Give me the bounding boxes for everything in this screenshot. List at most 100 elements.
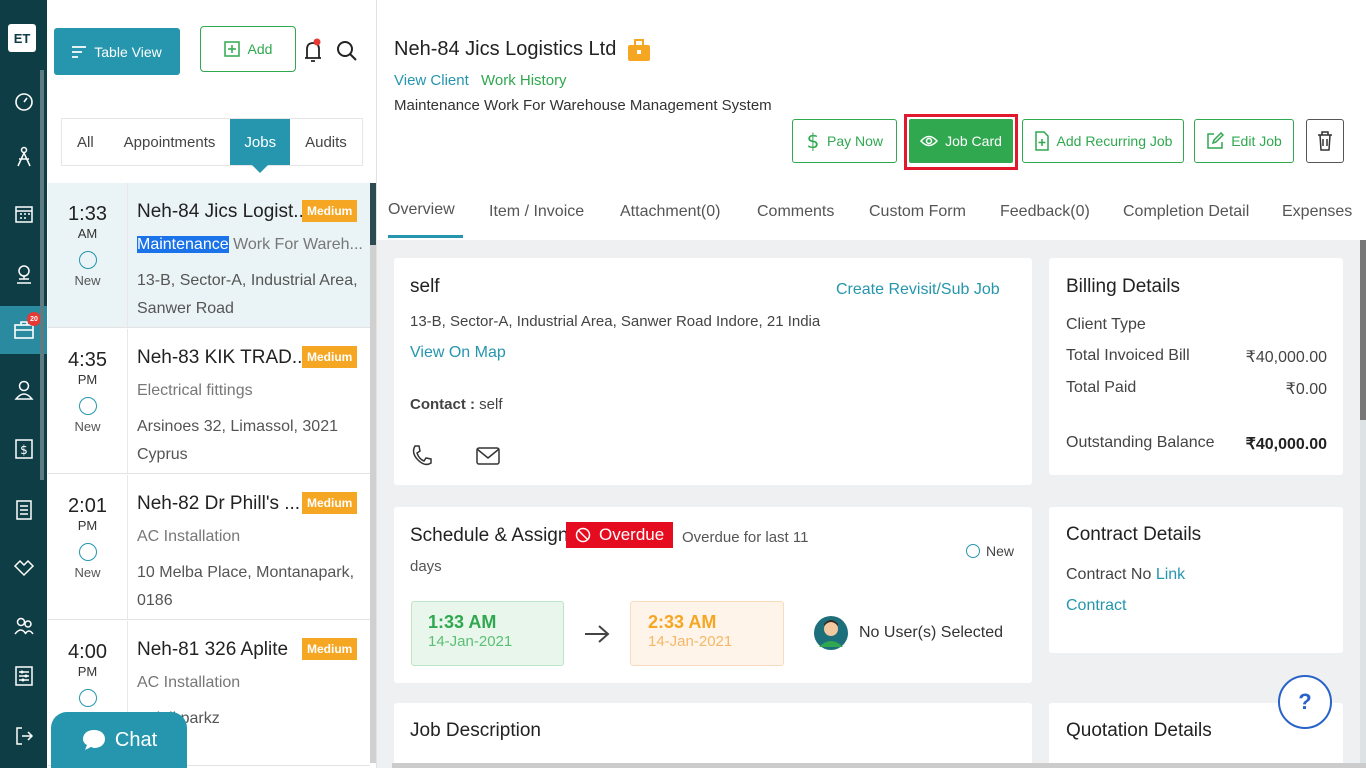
add-button[interactable]: Add bbox=[200, 26, 296, 72]
job-subtitle: Electrical fittings bbox=[137, 382, 253, 399]
table-view-button[interactable]: Table View bbox=[54, 28, 180, 75]
left-rail: ET 20 $ bbox=[0, 0, 47, 768]
start-date: 14-Jan-2021 bbox=[428, 633, 513, 650]
end-time: 2:33 AM bbox=[648, 612, 717, 632]
tab-item-invoice[interactable]: Item / Invoice bbox=[489, 185, 584, 238]
tab-comments[interactable]: Comments bbox=[757, 185, 834, 238]
tab-audits[interactable]: Audits bbox=[290, 119, 362, 165]
tab-overview[interactable]: Overview bbox=[388, 185, 463, 238]
add-recurring-label: Add Recurring Job bbox=[1056, 133, 1173, 149]
app-logo: ET bbox=[8, 24, 36, 52]
view-client-link[interactable]: View Client bbox=[394, 72, 469, 89]
priority-badge: Medium bbox=[302, 346, 358, 368]
list-scrollbar[interactable] bbox=[370, 183, 376, 763]
status-circle-icon bbox=[78, 689, 97, 707]
invoiced-value: ₹40,000.00 bbox=[1245, 349, 1327, 366]
tab-custom-form[interactable]: Custom Form bbox=[869, 185, 966, 238]
priority-badge: Medium bbox=[302, 492, 358, 514]
job-subtitle: AC Installation bbox=[137, 528, 241, 545]
overdue-label: Overdue bbox=[599, 525, 665, 544]
schedule-status: New bbox=[966, 543, 1014, 559]
rail-scrollbar[interactable] bbox=[40, 70, 44, 480]
job-address: Arsinoes 32, Limassol, 3021 Cyprus bbox=[137, 418, 338, 463]
tab-completion-detail[interactable]: Completion Detail bbox=[1123, 185, 1249, 238]
contract-no: Contract No Link bbox=[1066, 566, 1185, 584]
job-list: 1:33 AM New Neh-84 Jics Logist... Medium… bbox=[48, 183, 370, 768]
tab-appointments[interactable]: Appointments bbox=[109, 119, 231, 165]
contract-title: Contract Details bbox=[1066, 524, 1202, 545]
priority-badge: Medium bbox=[302, 638, 358, 660]
tab-expenses[interactable]: Expenses bbox=[1282, 185, 1352, 238]
add-recurring-job-button[interactable]: Add Recurring Job bbox=[1022, 119, 1184, 163]
search-icon[interactable] bbox=[336, 40, 358, 67]
team-icon[interactable] bbox=[0, 602, 47, 650]
job-status: New bbox=[74, 565, 101, 580]
handshake-icon[interactable] bbox=[0, 544, 47, 592]
chat-button[interactable]: Chat bbox=[51, 712, 187, 768]
overdue-text: Overdue for last 11 bbox=[682, 529, 809, 546]
horizontal-scrollbar[interactable] bbox=[392, 763, 1366, 768]
subtitle-rest: Work For Wareh... bbox=[228, 236, 363, 253]
contract-link-2[interactable]: Contract bbox=[1066, 597, 1126, 615]
job-time: 1:33 bbox=[68, 203, 107, 225]
work-history-link[interactable]: Work History bbox=[481, 72, 567, 89]
job-description-title: Job Description bbox=[410, 720, 541, 741]
job-title: Neh-83 KIK TRAD... bbox=[137, 347, 308, 368]
contract-card: Contract Details Contract No Link Contra… bbox=[1049, 507, 1343, 653]
start-time: 1:33 AM bbox=[428, 612, 497, 632]
end-time-box[interactable]: 2:33 AM 14-Jan-2021 bbox=[630, 601, 784, 666]
detail-tabs: Overview Item / Invoice Attachment(0) Co… bbox=[377, 185, 1366, 240]
edit-icon bbox=[1207, 132, 1225, 149]
contract-no-label: Contract No bbox=[1066, 566, 1152, 583]
overdue-text-days: days bbox=[410, 558, 442, 575]
avatar[interactable] bbox=[813, 615, 849, 656]
plus-square-icon bbox=[223, 41, 240, 57]
assigned-users: No User(s) Selected bbox=[859, 624, 1004, 641]
help-button[interactable]: ? bbox=[1278, 675, 1332, 729]
view-on-map-link[interactable]: View On Map bbox=[410, 344, 506, 362]
pay-now-button[interactable]: $ Pay Now bbox=[792, 119, 897, 163]
tab-all[interactable]: All bbox=[62, 119, 109, 165]
schedule-status-label: New bbox=[986, 543, 1015, 559]
job-ampm: PM bbox=[77, 372, 98, 387]
list-item[interactable]: 4:35 PM New Neh-83 KIK TRAD... Medium El… bbox=[48, 329, 370, 474]
job-ampm: AM bbox=[77, 226, 98, 241]
job-ampm: PM bbox=[77, 664, 98, 679]
contact-address: 13-B, Sector-A, Industrial Area, Sanwer … bbox=[410, 313, 821, 330]
job-ampm: PM bbox=[77, 518, 98, 533]
tab-attachment[interactable]: Attachment(0) bbox=[620, 185, 720, 238]
job-time: 4:35 bbox=[68, 349, 107, 371]
briefcase-icon bbox=[627, 38, 651, 67]
create-revisit-link[interactable]: Create Revisit/Sub Job bbox=[836, 281, 1000, 299]
tab-feedback[interactable]: Feedback(0) bbox=[1000, 185, 1090, 238]
checklist-icon[interactable] bbox=[0, 486, 47, 534]
job-address: 10 Melba Place, Montanapark, 0186 bbox=[137, 564, 355, 609]
mail-icon[interactable] bbox=[476, 446, 500, 471]
job-card-button[interactable]: Job Card bbox=[909, 119, 1013, 163]
schedule-title: Schedule & Assign bbox=[410, 525, 569, 546]
edit-job-label: Edit Job bbox=[1231, 133, 1282, 149]
logout-icon[interactable] bbox=[0, 712, 47, 760]
start-time-box[interactable]: 1:33 AM 14-Jan-2021 bbox=[411, 601, 564, 666]
contact-value: self bbox=[475, 396, 503, 413]
contact-label: Contact : bbox=[410, 396, 475, 413]
eye-icon bbox=[920, 135, 939, 147]
status-circle-icon bbox=[966, 544, 980, 558]
dollar-icon: $ bbox=[807, 130, 820, 152]
svg-text:$: $ bbox=[807, 130, 820, 152]
contract-link[interactable]: Link bbox=[1156, 566, 1185, 583]
arrow-right-icon bbox=[584, 623, 610, 650]
job-description-card: Job Description bbox=[394, 703, 1032, 768]
list-item[interactable]: 1:33 AM New Neh-84 Jics Logist... Medium… bbox=[48, 183, 370, 328]
tab-jobs[interactable]: Jobs bbox=[230, 119, 291, 173]
list-item[interactable]: 2:01 PM New Neh-82 Dr Phill's ... Medium… bbox=[48, 475, 370, 620]
edit-job-button[interactable]: Edit Job bbox=[1194, 119, 1294, 163]
phone-icon[interactable] bbox=[410, 444, 432, 473]
main-scrollbar[interactable] bbox=[1360, 240, 1366, 768]
contact-line: Contact : self bbox=[410, 396, 503, 413]
page-title: Neh-84 Jics Logistics Ltd bbox=[394, 38, 617, 60]
chat-label: Chat bbox=[114, 728, 158, 751]
bell-icon[interactable] bbox=[303, 38, 323, 69]
settings-icon[interactable] bbox=[0, 652, 47, 700]
delete-button[interactable] bbox=[1306, 119, 1344, 163]
